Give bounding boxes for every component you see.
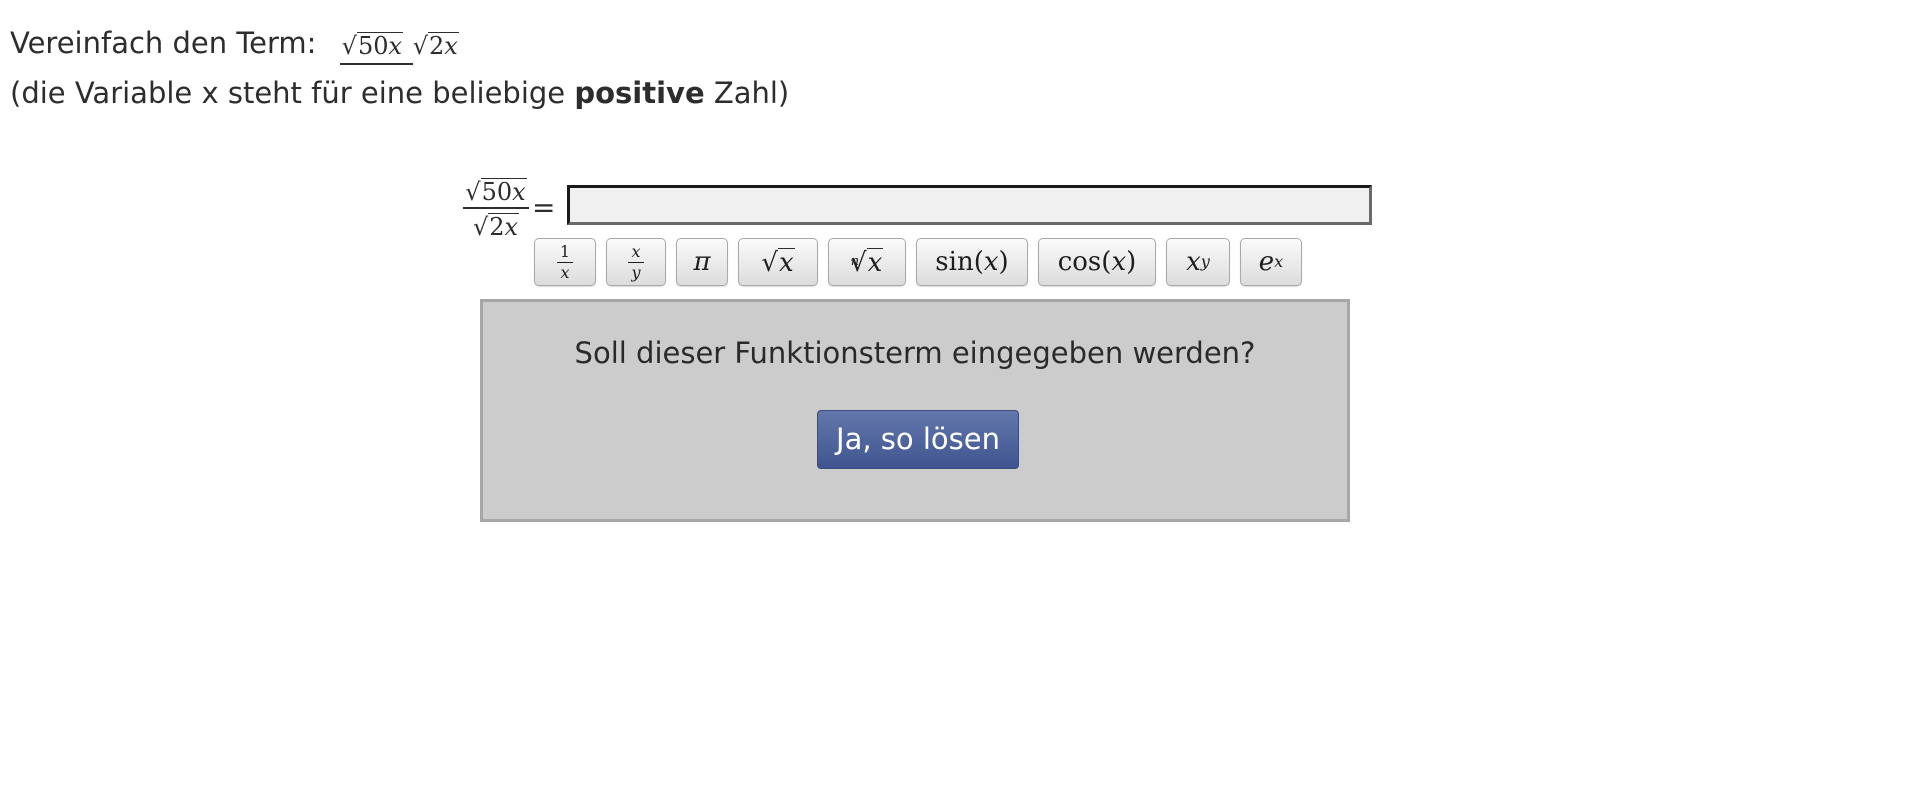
sin-button[interactable]: sin(x) bbox=[916, 238, 1028, 286]
task-expression: √ 50x √ 2x bbox=[339, 32, 459, 65]
confirm-panel: Soll dieser Funktionsterm eingegeben wer… bbox=[480, 299, 1350, 522]
sqrt-button[interactable]: √ x bbox=[738, 238, 818, 286]
confirm-solve-button[interactable]: Ja, so lösen bbox=[817, 410, 1019, 469]
cos-button[interactable]: cos(x) bbox=[1038, 238, 1156, 286]
equation-expression: √ 50x √ 2x bbox=[460, 178, 532, 239]
pi-button[interactable]: π bbox=[676, 238, 728, 286]
nth-root-button[interactable]: n √ x bbox=[828, 238, 906, 286]
sqrt-radical: √ 2x bbox=[472, 213, 520, 241]
task-hint-before: (die Variable x steht für eine beliebige bbox=[10, 76, 575, 110]
reciprocal-button[interactable]: 1x bbox=[534, 238, 596, 286]
confirm-question: Soll dieser Funktionsterm eingegeben wer… bbox=[574, 336, 1256, 370]
task-hint-bold: positive bbox=[574, 76, 705, 110]
fraction-button[interactable]: xy bbox=[606, 238, 666, 286]
exp-button[interactable]: ex bbox=[1240, 238, 1302, 286]
sqrt-radical: √ 50x bbox=[341, 32, 404, 60]
sqrt-icon: √ x bbox=[761, 248, 795, 278]
task-hint: (die Variable x steht für eine beliebige… bbox=[10, 74, 789, 112]
answer-input[interactable] bbox=[567, 185, 1372, 225]
task-expression-numerator: √ 50x bbox=[339, 32, 413, 65]
equals-sign: = bbox=[532, 191, 556, 224]
task-hint-after: Zahl) bbox=[704, 76, 790, 110]
sqrt-radical: √ 2x bbox=[412, 32, 459, 60]
power-button[interactable]: xy bbox=[1166, 238, 1230, 286]
nth-root-icon: √ x bbox=[850, 248, 884, 278]
equation-numerator: √ 50x bbox=[463, 178, 529, 209]
pi-symbol: π bbox=[693, 247, 711, 277]
sqrt-radical: √ 50x bbox=[465, 178, 527, 206]
task-prompt-text: Vereinfach den Term: bbox=[10, 26, 317, 60]
task-expression-denominator: √ 2x bbox=[413, 28, 459, 60]
equation-denominator: √ 2x bbox=[472, 209, 520, 241]
task-prompt: Vereinfach den Term: √ 50x √ 2x bbox=[10, 11, 459, 75]
